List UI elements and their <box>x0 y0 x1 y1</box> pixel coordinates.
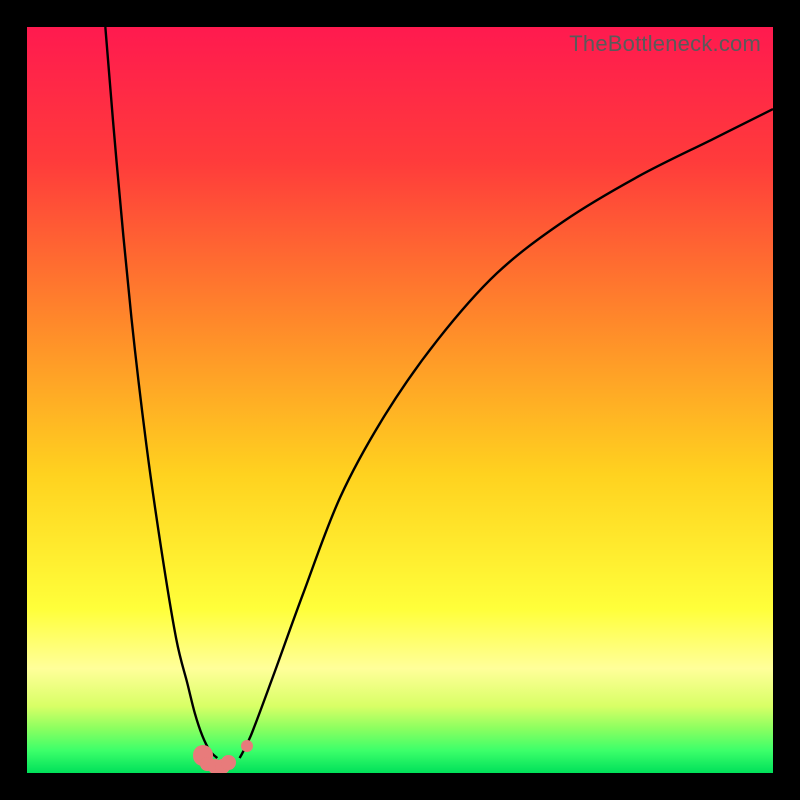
left-curve <box>105 27 217 758</box>
right-curve <box>240 109 773 758</box>
watermark-text: TheBottleneck.com <box>569 31 761 57</box>
valley-left-5 <box>221 755 236 770</box>
chart-curves <box>27 27 773 773</box>
chart-frame: TheBottleneck.com <box>27 27 773 773</box>
